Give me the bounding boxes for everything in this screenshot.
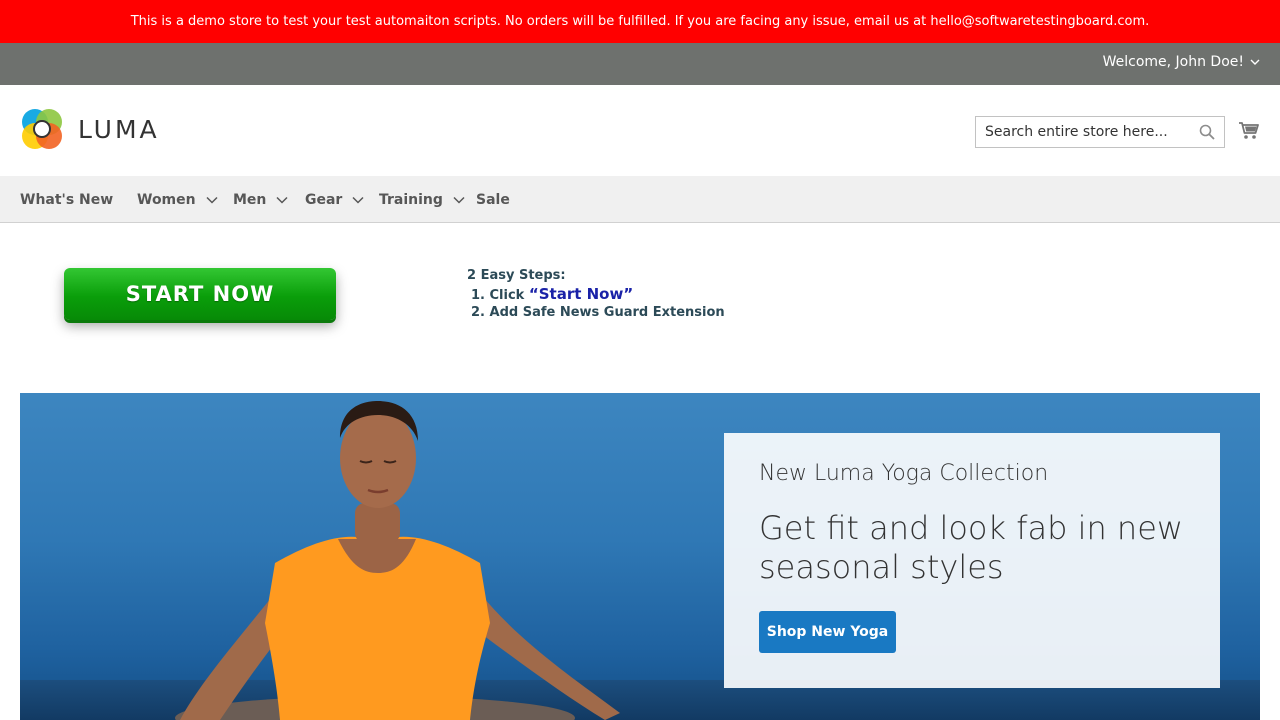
header-content: LUMA bbox=[0, 85, 1280, 176]
ad-step-1-prefix: 1. Click bbox=[471, 288, 525, 303]
hero-banner[interactable]: New Luma Yoga Collection Get fit and loo… bbox=[20, 393, 1260, 720]
ad-step-1: 1. Click “Start Now” bbox=[471, 286, 725, 304]
nav-item-whats-new[interactable]: What's New bbox=[20, 176, 113, 223]
nav-item-training[interactable]: Training bbox=[379, 176, 465, 223]
promo-subtitle: New Luma Yoga Collection bbox=[759, 461, 1049, 486]
luma-logo-icon bbox=[22, 109, 62, 149]
promo-card: New Luma Yoga Collection Get fit and loo… bbox=[724, 433, 1220, 688]
nav-item-label: Gear bbox=[305, 191, 343, 208]
yoga-woman-figure bbox=[175, 401, 620, 720]
chevron-down-icon bbox=[1250, 59, 1260, 65]
main-navigation: What's New Women Men Gear Training Sale bbox=[0, 176, 1280, 223]
start-now-button[interactable]: START NOW bbox=[64, 268, 336, 320]
nav-item-women[interactable]: Women bbox=[137, 176, 218, 223]
ad-step-1-highlight: “Start Now” bbox=[528, 285, 634, 303]
ad-step-2: 2. Add Safe News Guard Extension bbox=[471, 305, 725, 320]
chevron-down-icon bbox=[206, 196, 218, 204]
demo-notice-bar: This is a demo store to test your test a… bbox=[0, 0, 1280, 43]
chevron-down-icon bbox=[276, 196, 288, 204]
promo-title: Get fit and look fab in new seasonal sty… bbox=[759, 509, 1184, 586]
shop-new-yoga-button[interactable]: Shop New Yoga bbox=[759, 611, 896, 653]
nav-item-label: Training bbox=[379, 191, 443, 208]
nav-item-label: Men bbox=[233, 191, 267, 208]
welcome-text: Welcome, John Doe! bbox=[1102, 54, 1244, 70]
nav-item-label: Sale bbox=[476, 191, 510, 208]
demo-notice-text: This is a demo store to test your test a… bbox=[130, 14, 1150, 29]
search-box bbox=[975, 116, 1225, 148]
top-panel-header: Welcome, John Doe! bbox=[0, 43, 1280, 85]
ad-steps: 2 Easy Steps: 1. Click “Start Now” 2. Ad… bbox=[467, 268, 725, 321]
shopping-cart-icon[interactable] bbox=[1238, 119, 1260, 141]
nav-item-label: Women bbox=[137, 191, 196, 208]
search-icon[interactable] bbox=[1199, 124, 1215, 140]
nav-item-gear[interactable]: Gear bbox=[305, 176, 364, 223]
advertisement-banner: START NOW 2 Easy Steps: 1. Click “Start … bbox=[0, 223, 1280, 393]
chevron-down-icon bbox=[453, 196, 465, 204]
chevron-down-icon bbox=[352, 196, 364, 204]
nav-item-label: What's New bbox=[20, 191, 114, 208]
customer-welcome-menu[interactable]: Welcome, John Doe! bbox=[1103, 54, 1260, 70]
luma-logo[interactable]: LUMA bbox=[20, 107, 160, 151]
search-input[interactable] bbox=[976, 117, 1186, 147]
nav-item-men[interactable]: Men bbox=[233, 176, 288, 223]
nav-item-sale[interactable]: Sale bbox=[476, 176, 510, 223]
ad-steps-title: 2 Easy Steps: bbox=[467, 268, 566, 283]
logo-wordmark: LUMA bbox=[78, 114, 160, 144]
